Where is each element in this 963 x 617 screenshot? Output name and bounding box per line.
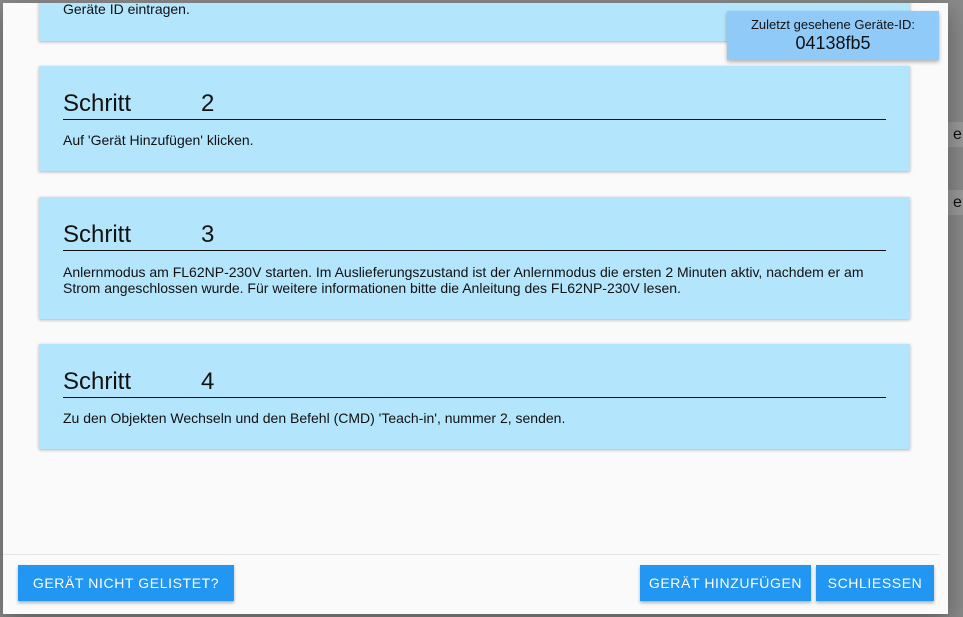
step-2-text: Auf 'Gerät Hinzufügen' klicken. [63,132,254,148]
footer-divider [3,554,940,555]
step-3-header: Schritt 3 [63,221,886,251]
step-2-header: Schritt 2 [63,90,886,120]
device-id-value: 04138fb5 [795,33,871,53]
step-2-number: 2 [201,90,215,117]
close-button[interactable]: SCHLIESSEN [816,565,934,601]
step-4-title: Schritt [63,368,132,395]
step-4-header: Schritt 4 [63,368,886,398]
step-3-text: Anlernmodus am FL62NP-230V starten. Im A… [63,264,864,296]
step-4-text: Zu den Objekten Wechseln und den Befehl … [63,410,566,426]
step-card-3: Schritt 3 Anlernmodus am FL62NP-230V sta… [39,197,910,319]
background-app-text: e [953,194,962,211]
device-id-label: Zuletzt gesehene Geräte-ID: [750,17,916,32]
add-device-button[interactable]: GERÄT HINZUFÜGEN [640,565,811,601]
last-seen-device-id-box: Zuletzt gesehene Geräte-ID: 04138fb5 [727,11,939,60]
step-4-number: 4 [201,368,215,395]
step-card-2: Schritt 2 Auf 'Gerät Hinzufügen' klicken… [39,66,910,171]
step-card-4: Schritt 4 Zu den Objekten Wechseln und d… [39,344,910,449]
device-not-listed-button[interactable]: GERÄT NICHT GELISTET? [18,565,234,601]
add-device-dialog: Geräte ID eintragen. Schritt 2 Auf 'Gerä… [3,3,948,614]
step-3-title: Schritt [63,221,132,248]
step-1-text: Geräte ID eintragen. [63,3,190,17]
step-2-title: Schritt [63,90,132,117]
step-3-number: 3 [201,221,215,248]
background-app-text: e [953,126,962,143]
